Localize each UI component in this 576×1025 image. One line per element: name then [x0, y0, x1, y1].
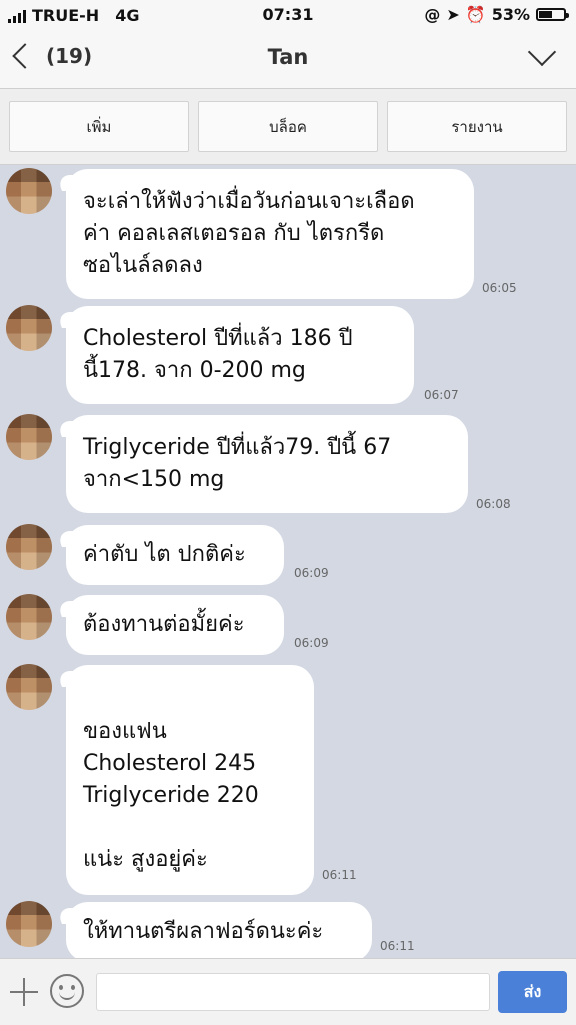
message-text: ค่าตับ ไต ปกติค่ะ: [83, 542, 246, 567]
report-button[interactable]: รายงาน: [387, 101, 567, 152]
block-button[interactable]: บล็อค: [198, 101, 378, 152]
avatar[interactable]: [6, 414, 52, 460]
message-text: ให้ทานตรีผลาฟอร์ดนะค่ะ: [83, 919, 324, 944]
message-text: จะเล่าให้ฟังว่าเมื่อวันก่อนเจาะเลือด: [83, 189, 415, 214]
emoji-icon[interactable]: [50, 974, 84, 1008]
at-icon: @: [424, 5, 441, 24]
alarm-icon: ⏰: [465, 5, 486, 24]
message-bubble[interactable]: จะเล่าให้ฟังว่าเมื่อวันก่อนเจาะเลือด ค่า…: [66, 169, 474, 299]
message-bubble[interactable]: Cholesterol ปีที่แล้ว 186 ปี นี้178. จาก…: [66, 306, 414, 404]
message-bubble[interactable]: ของแฟน Cholesterol 245 Triglyceride 220 …: [66, 665, 314, 895]
message-text: Cholesterol 245: [83, 751, 257, 776]
message-timestamp: 06:09: [294, 566, 329, 580]
chat-messages[interactable]: จะเล่าให้ฟังว่าเมื่อวันก่อนเจาะเลือด ค่า…: [0, 166, 576, 958]
avatar[interactable]: [6, 664, 52, 710]
message-text: จาก<150 mg: [83, 467, 225, 492]
menu-button[interactable]: [526, 37, 557, 67]
message-text: Triglyceride 220: [83, 783, 259, 808]
battery-percent: 53%: [491, 5, 530, 24]
chevron-left-icon: [12, 43, 38, 69]
message-bubble[interactable]: ต้องทานต่อมั้ยค่ะ: [66, 595, 284, 655]
message-text: Triglyceride ปีที่แล้ว79. ปีนี้ 67: [83, 435, 392, 460]
action-bar: เพิ่ม บล็อค รายงาน: [0, 89, 576, 165]
message-text: ค่า คอลเลสเตอรอล กับ ไตรกรีด: [83, 221, 385, 246]
message-text: นี้178. จาก 0-200 mg: [83, 358, 306, 383]
battery-icon: [536, 8, 569, 21]
message-timestamp: 06:11: [380, 939, 415, 953]
message-input[interactable]: [96, 973, 490, 1011]
battery-level: [539, 11, 552, 18]
message-bubble[interactable]: ค่าตับ ไต ปกติค่ะ: [66, 525, 284, 585]
message-timestamp: 06:11: [322, 868, 357, 882]
add-friend-button[interactable]: เพิ่ม: [9, 101, 189, 152]
message-text: [83, 684, 297, 716]
message-bubble[interactable]: ให้ทานตรีผลาฟอร์ดนะค่ะ: [66, 902, 372, 958]
message-text: ซอไนล์ลดลง: [83, 253, 203, 278]
avatar[interactable]: [6, 168, 52, 214]
back-button[interactable]: (19): [10, 43, 93, 69]
location-icon: ➤: [446, 5, 460, 24]
plus-icon[interactable]: [10, 978, 38, 1006]
message-text: [83, 812, 297, 844]
message-text: แน่ะ สูงอยู่ค่ะ: [83, 847, 208, 872]
avatar[interactable]: [6, 524, 52, 570]
chevron-down-icon: [527, 37, 557, 67]
message-timestamp: 06:08: [476, 497, 511, 511]
message-timestamp: 06:09: [294, 636, 329, 650]
message-timestamp: 06:05: [482, 281, 517, 295]
send-button[interactable]: ส่ง: [498, 971, 567, 1013]
unread-count: (19): [46, 44, 93, 68]
message-input-bar: ส่ง: [0, 958, 576, 1025]
avatar[interactable]: [6, 594, 52, 640]
chat-header: (19) Tan: [0, 30, 576, 89]
avatar[interactable]: [6, 305, 52, 351]
message-timestamp: 06:07: [424, 388, 459, 402]
avatar[interactable]: [6, 901, 52, 947]
status-bar: TRUE-H 4G 07:31 @ ➤ ⏰ 53%: [0, 0, 576, 30]
message-text: ของแฟน: [83, 719, 167, 744]
message-bubble[interactable]: Triglyceride ปีที่แล้ว79. ปีนี้ 67 จาก<1…: [66, 415, 468, 513]
message-text: ต้องทานต่อมั้ยค่ะ: [83, 612, 245, 637]
message-text: Cholesterol ปีที่แล้ว 186 ปี: [83, 326, 353, 351]
